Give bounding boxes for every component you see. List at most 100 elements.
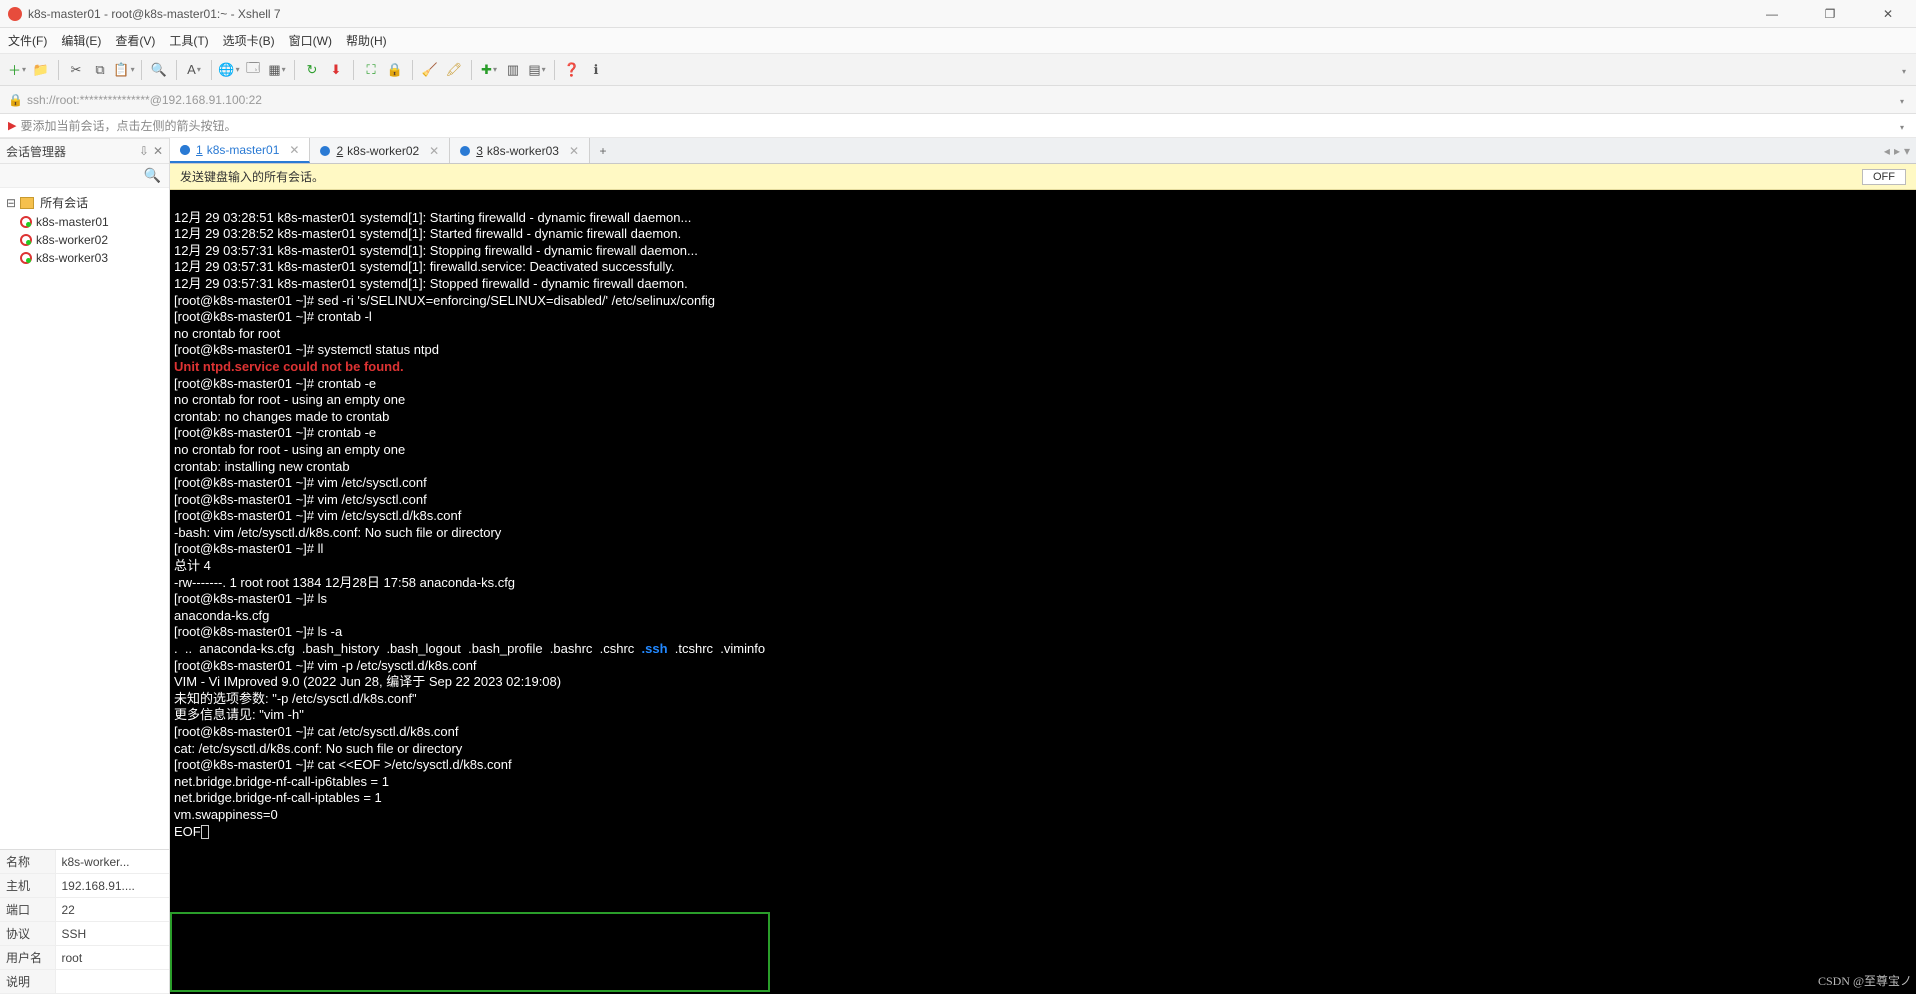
grid-button[interactable]: ▦ — [266, 59, 288, 81]
reconnect-button[interactable]: ↻ — [301, 59, 323, 81]
address-url[interactable]: ssh://root:***************@192.168.91.10… — [27, 93, 262, 107]
terminal-line: vm.swappiness=0 — [174, 807, 278, 822]
tab-prev-icon[interactable]: ◂ — [1884, 144, 1890, 158]
session-label: k8s-worker02 — [36, 233, 108, 247]
terminal-line: 12月 29 03:57:31 k8s-master01 systemd[1]:… — [174, 259, 674, 274]
tab-next-icon[interactable]: ▸ — [1894, 144, 1900, 158]
layout-v-button[interactable]: ▤ — [526, 59, 548, 81]
terminal-line: [root@k8s-master01 ~]# vim /etc/sysctl.c… — [174, 492, 427, 507]
language-button[interactable]: 🌐 — [218, 59, 240, 81]
search-icon[interactable]: 🔍 — [144, 167, 165, 183]
terminal-line: [root@k8s-master01 ~]# cat /etc/sysctl.d… — [174, 724, 459, 739]
menu-help[interactable]: 帮助(H) — [346, 32, 387, 49]
broadcast-toggle-button[interactable]: OFF — [1862, 169, 1906, 185]
new-session-button[interactable]: ＋ — [6, 59, 28, 81]
find-button[interactable]: 🔍 — [148, 59, 170, 81]
watermark: CSDN @至尊宝ノ — [1818, 974, 1912, 988]
menu-file[interactable]: 文件(F) — [8, 32, 47, 49]
terminal-line: 12月 29 03:28:51 k8s-master01 systemd[1]:… — [174, 210, 691, 225]
window-maximize-button[interactable]: ❐ — [1810, 7, 1850, 21]
folder-icon — [20, 197, 34, 209]
content-area: 1 k8s-master01 ✕ 2 k8s-worker02 ✕ 3 k8s-… — [170, 138, 1916, 994]
terminal-line: EOF — [174, 824, 209, 839]
copy-button[interactable]: ⧉ — [89, 59, 111, 81]
menu-tab[interactable]: 选项卡(B) — [223, 32, 275, 49]
terminal-line: [root@k8s-master01 ~]# vim -p /etc/sysct… — [174, 658, 477, 673]
tab-close-icon[interactable]: ✕ — [569, 144, 579, 158]
window-minimize-button[interactable]: — — [1752, 7, 1792, 21]
hint-overflow-icon[interactable] — [1899, 119, 1908, 133]
tab-index: 2 — [336, 144, 343, 158]
terminal-line: [root@k8s-master01 ~]# vim /etc/sysctl.c… — [174, 475, 427, 490]
tab-add-button[interactable]: + — [590, 138, 616, 163]
open-button[interactable]: 📁 — [30, 59, 52, 81]
fullscreen-button[interactable]: ⛶ — [360, 59, 382, 81]
paste-button[interactable]: 📋 — [113, 59, 135, 81]
terminal[interactable]: 12月 29 03:28:51 k8s-master01 systemd[1]:… — [170, 190, 1916, 994]
tab-close-icon[interactable]: ✕ — [289, 143, 299, 157]
tab-master01[interactable]: 1 k8s-master01 ✕ — [170, 138, 310, 163]
lock-icon: 🔒 — [8, 93, 23, 107]
prop-host-value: 192.168.91.... — [55, 874, 169, 898]
toolbar: ＋ 📁 ✂ ⧉ 📋 🔍 A 🌐 🗔 ▦ ↻ ⬇ ⛶ 🔒 🧹 🖍 ✚ ▥ ▤ ❓ … — [0, 54, 1916, 86]
window-close-button[interactable]: ✕ — [1868, 7, 1908, 21]
session-item-worker02[interactable]: k8s-worker02 — [6, 231, 163, 249]
terminal-line: [root@k8s-master01 ~]# systemctl status … — [174, 342, 439, 357]
help-button[interactable]: ❓ — [561, 59, 583, 81]
address-overflow-icon[interactable] — [1899, 93, 1908, 107]
prop-name-value: k8s-worker... — [55, 850, 169, 874]
about-button[interactable]: ℹ — [585, 59, 607, 81]
menu-view[interactable]: 查看(V) — [115, 32, 155, 49]
session-tree[interactable]: 所有会话 k8s-master01 k8s-worker02 k8s-worke… — [0, 188, 169, 849]
color-scheme-button[interactable]: 🗔 — [242, 59, 264, 81]
tree-root[interactable]: 所有会话 — [6, 192, 163, 213]
prop-proto-label: 协议 — [0, 922, 55, 946]
tab-close-icon[interactable]: ✕ — [429, 144, 439, 158]
highlight-box — [170, 912, 770, 992]
terminal-line: crontab: installing new crontab — [174, 459, 350, 474]
session-properties: 名称k8s-worker... 主机192.168.91.... 端口22 协议… — [0, 849, 169, 994]
session-tabs: 1 k8s-master01 ✕ 2 k8s-worker02 ✕ 3 k8s-… — [170, 138, 1916, 164]
prop-port-label: 端口 — [0, 898, 55, 922]
session-item-master01[interactable]: k8s-master01 — [6, 213, 163, 231]
session-label: k8s-master01 — [36, 215, 109, 229]
terminal-line: [root@k8s-master01 ~]# crontab -e — [174, 376, 376, 391]
prop-proto-value: SSH — [55, 922, 169, 946]
cut-button[interactable]: ✂ — [65, 59, 87, 81]
panel-close-icon[interactable]: ✕ — [153, 144, 163, 158]
layout-h-button[interactable]: ▥ — [502, 59, 524, 81]
toolbar-separator — [412, 60, 413, 80]
menu-edit[interactable]: 编辑(E) — [61, 32, 101, 49]
prop-host-label: 主机 — [0, 874, 55, 898]
toolbar-separator — [141, 60, 142, 80]
terminal-line: [root@k8s-master01 ~]# cat <<EOF >/etc/s… — [174, 757, 512, 772]
highlight-button[interactable]: 🖍 — [443, 59, 465, 81]
tab-worker03[interactable]: 3 k8s-worker03 ✕ — [450, 138, 590, 163]
menu-tools[interactable]: 工具(T) — [169, 32, 208, 49]
tab-menu-icon[interactable]: ▾ — [1904, 144, 1910, 158]
add-button[interactable]: ✚ — [478, 59, 500, 81]
tab-worker02[interactable]: 2 k8s-worker02 ✕ — [310, 138, 450, 163]
terminal-line-error: Unit ntpd.service could not be found. — [174, 359, 404, 374]
lock-button[interactable]: 🔒 — [384, 59, 406, 81]
tab-label: k8s-worker02 — [347, 144, 419, 158]
tab-label: k8s-worker03 — [487, 144, 559, 158]
terminal-line: crontab: no changes made to crontab — [174, 409, 389, 424]
pin-icon[interactable]: ⇩ — [139, 144, 149, 158]
menu-window[interactable]: 窗口(W) — [289, 32, 332, 49]
session-manager-title: 会话管理器 — [6, 143, 66, 160]
font-button[interactable]: A — [183, 59, 205, 81]
broadcast-bar: 发送键盘输入的所有会话。 OFF — [170, 164, 1916, 190]
tab-label: k8s-master01 — [207, 143, 280, 157]
tab-status-icon — [460, 146, 470, 156]
hint-text: 要添加当前会话，点击左侧的箭头按钮。 — [20, 117, 236, 134]
terminal-line: 12月 29 03:57:31 k8s-master01 systemd[1]:… — [174, 243, 698, 258]
tree-root-label: 所有会话 — [40, 194, 88, 211]
clear-button[interactable]: 🧹 — [419, 59, 441, 81]
prop-desc-value — [55, 970, 169, 994]
session-item-worker03[interactable]: k8s-worker03 — [6, 249, 163, 267]
xftp-button[interactable]: ⬇ — [325, 59, 347, 81]
terminal-line: 未知的选项参数: "-p /etc/sysctl.d/k8s.conf" — [174, 691, 417, 706]
toolbar-overflow-icon[interactable] — [1901, 63, 1910, 77]
terminal-line: [root@k8s-master01 ~]# ls — [174, 591, 327, 606]
